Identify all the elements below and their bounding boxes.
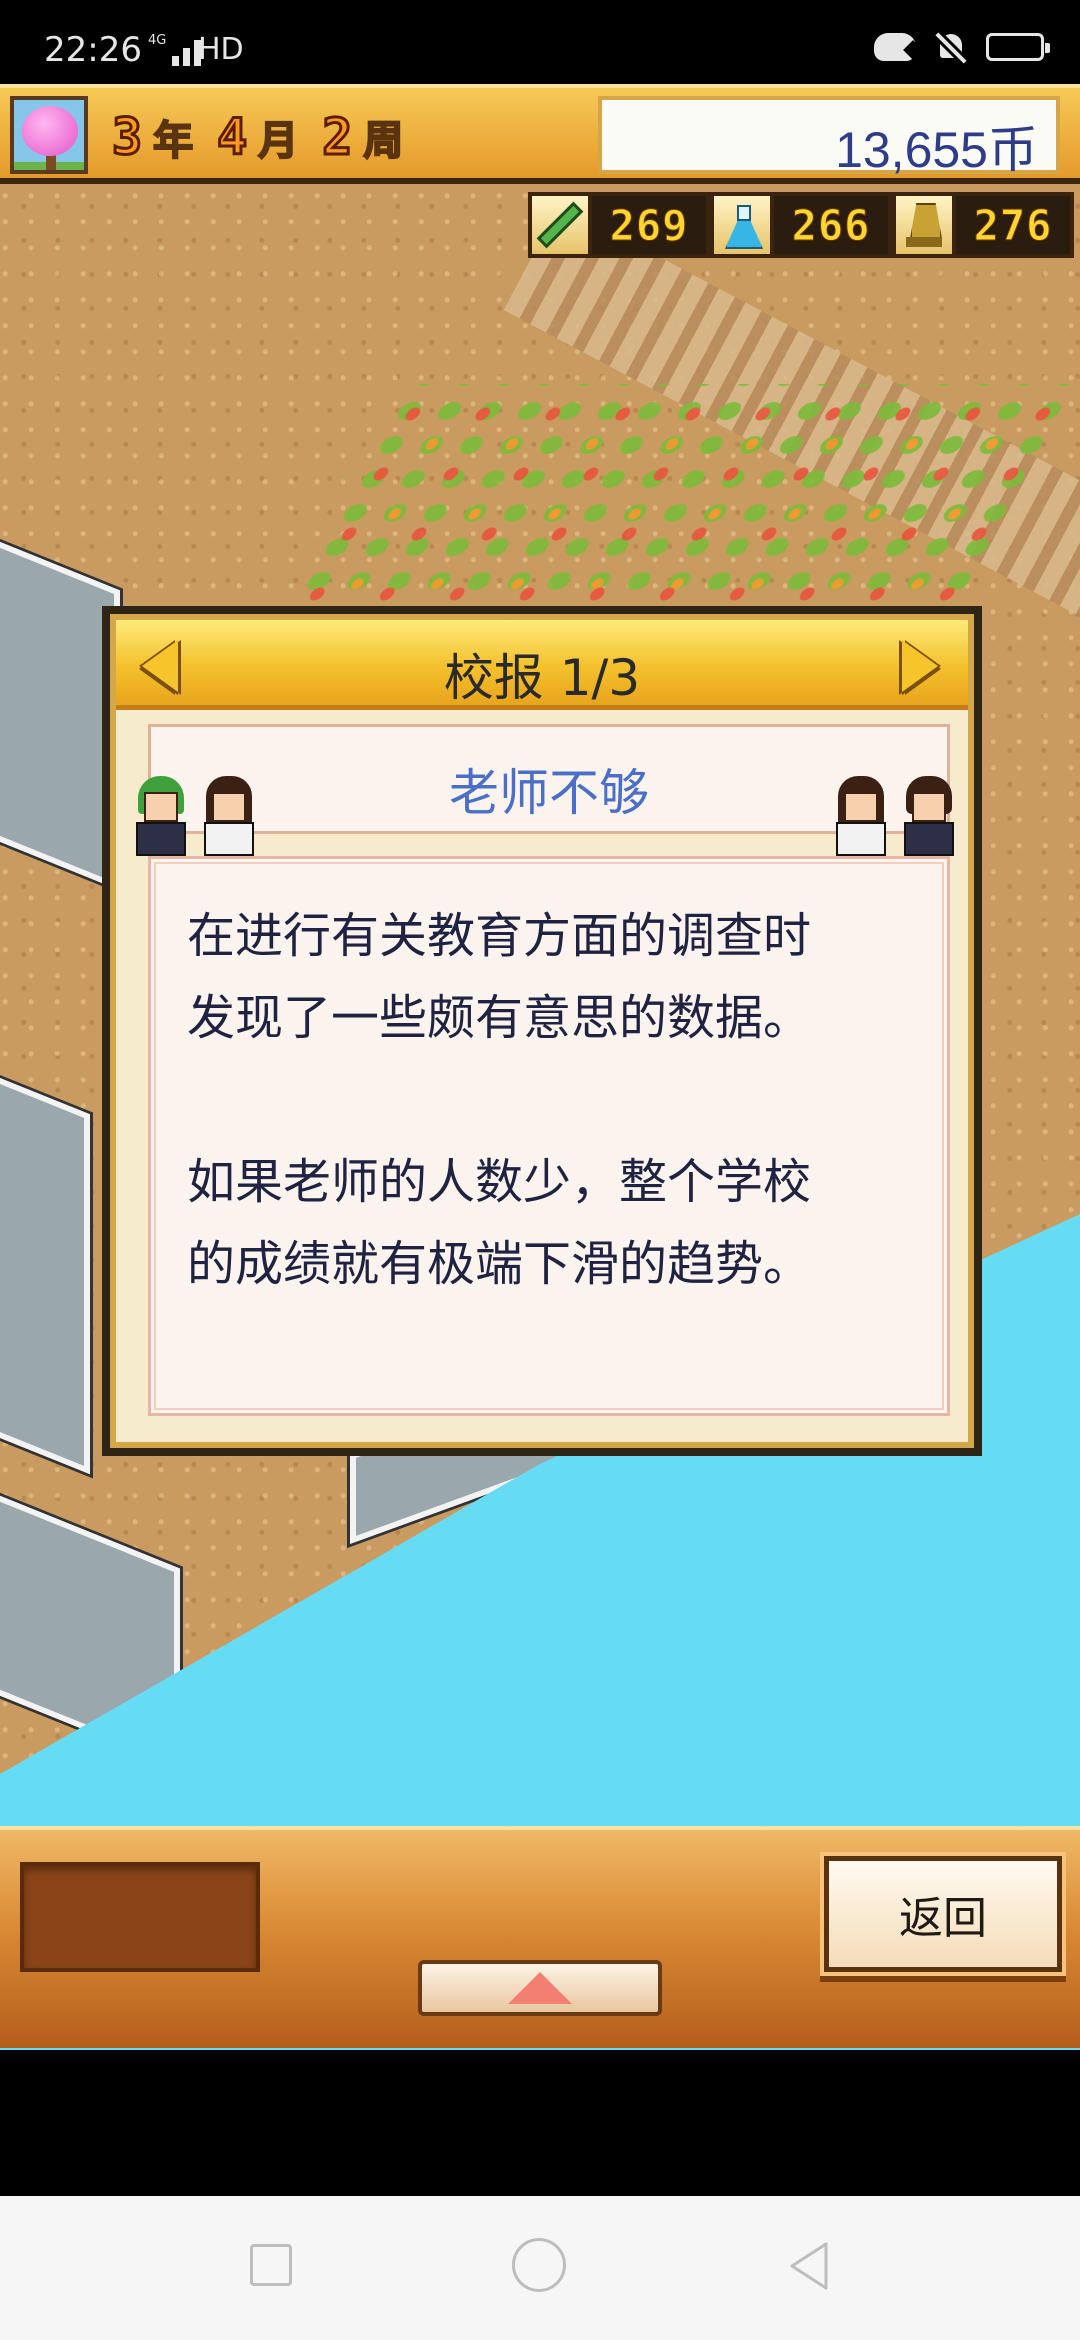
school-news-dialog: 校报 1/3 老师不够 在进行有关教育方面的调查时 发现了一些颇有意思的数据。 … <box>102 606 982 1456</box>
year-unit: 年 <box>152 117 194 165</box>
trophy-icon <box>892 192 956 258</box>
student-sprite <box>830 776 892 856</box>
stat-study-value: 269 <box>592 192 710 258</box>
character-sprites-left <box>130 776 260 856</box>
news-headline: 老师不够 <box>449 764 649 822</box>
expand-menu-button[interactable] <box>418 1960 662 2016</box>
bottom-panel: 返回 <box>0 1826 1080 2048</box>
hd-indicator: HD <box>198 32 244 67</box>
week-number: 2 <box>321 107 354 168</box>
top-hud: 3 年 4 月 2 周 13,655币 <box>0 84 1080 184</box>
bell-muted-icon <box>934 30 968 64</box>
school-stats: 269 266 276 <box>528 192 1074 258</box>
money-amount: 13,655币 <box>835 122 1038 178</box>
news-body-text: 在进行有关教育方面的调查时 发现了一些颇有意思的数据。 如果老师的人数少，整个学… <box>187 908 812 1292</box>
up-arrow-icon <box>508 1972 572 2004</box>
status-icons <box>874 30 1050 64</box>
info-slot <box>20 1862 260 1972</box>
flask-icon <box>710 192 774 258</box>
stat-science: 266 <box>710 192 892 258</box>
year-number: 3 <box>110 107 144 168</box>
stat-trophy: 276 <box>892 192 1074 258</box>
dialog-header: 校报 1/3 <box>116 620 968 710</box>
back-triangle-icon[interactable] <box>786 2240 832 2292</box>
school-building[interactable] <box>0 1053 90 1475</box>
student-sprite <box>898 776 960 856</box>
stat-study: 269 <box>528 192 710 258</box>
student-sprite <box>198 776 260 856</box>
status-time: 22:26 <box>44 30 142 70</box>
signal-icon: 4G <box>148 33 202 66</box>
flower-bed <box>266 384 1074 624</box>
dialog-title: 校报 1/3 <box>443 649 641 707</box>
system-nav-bar <box>0 2196 1080 2340</box>
student-sprite <box>130 776 192 856</box>
cherry-tree-icon[interactable] <box>10 96 88 174</box>
game-controller-icon <box>874 33 916 61</box>
month-number: 4 <box>216 107 249 168</box>
home-icon[interactable] <box>512 2238 566 2292</box>
game-date: 3 年 4 月 2 周 <box>110 107 417 168</box>
money-display: 13,655币 <box>598 96 1060 178</box>
next-page-arrow-icon[interactable] <box>902 640 942 692</box>
stat-science-value: 266 <box>774 192 892 258</box>
stat-trophy-value: 276 <box>956 192 1074 258</box>
battery-icon <box>986 33 1050 61</box>
pencil-icon <box>528 192 592 258</box>
news-body-box: 在进行有关教育方面的调查时 发现了一些颇有意思的数据。 如果老师的人数少，整个学… <box>148 856 950 1416</box>
status-bar: 22:26 4G HD <box>0 0 1080 84</box>
network-type: 4G <box>148 33 167 48</box>
character-sprites-right <box>830 776 960 856</box>
recent-apps-icon[interactable] <box>250 2244 292 2286</box>
week-unit: 周 <box>362 117 404 165</box>
back-button[interactable]: 返回 <box>824 1856 1062 1972</box>
month-unit: 月 <box>257 117 299 165</box>
